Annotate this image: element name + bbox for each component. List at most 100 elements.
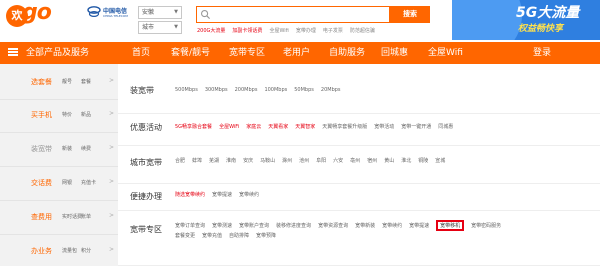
service-link[interactable]: 铜陵 [418,157,428,164]
sidebar-sub-link[interactable]: 实时话费 [62,213,82,220]
nav-home[interactable]: 首页 [132,42,150,64]
sidebar-category-label[interactable]: 办业务 [31,246,52,256]
service-link[interactable]: 宽带密码服务 [471,222,501,229]
service-link[interactable]: 宽带订单查询 [175,222,205,229]
hot-word-link[interactable]: 防范超信骗 [350,28,375,34]
service-link[interactable]: 马鞍山 [260,157,275,164]
service-link[interactable]: 宣城 [435,157,445,164]
sidebar-sub-link[interactable]: 充值卡 [81,179,96,186]
service-link[interactable]: 六安 [333,157,343,164]
sidebar-item[interactable]: 买手机 特价 新品 > [0,97,118,133]
sidebar-item[interactable]: 查费用 实时话费 账单 > [0,199,118,235]
service-link[interactable]: 200Mbps [235,87,258,93]
service-link[interactable]: 300Mbps [205,87,228,93]
sidebar-sub-link[interactable]: 流量包 [62,247,77,254]
service-link[interactable]: 家庭云 [246,123,261,130]
service-link[interactable]: 宽带提速 [409,222,429,229]
service-link[interactable]: 合肥 [175,157,185,164]
hot-word-link[interactable]: 加副卡领话费 [232,28,262,34]
service-link[interactable]: 阜阳 [316,157,326,164]
sidebar-category-label[interactable]: 买手机 [31,110,52,120]
sidebar-sub-link[interactable]: 积分 [81,247,91,254]
nav-broadband[interactable]: 宽带专区 [229,42,265,64]
service-link[interactable]: 天翼看家 [268,123,288,130]
sidebar-category-label[interactable]: 查费用 [31,212,52,222]
search-button[interactable]: 搜索 [390,6,430,23]
service-link[interactable]: 20Mbps [321,87,341,93]
sidebar-item[interactable]: 办业务 流量包 积分 > [0,233,118,266]
hot-word-link[interactable]: 电子发票 [323,28,343,34]
sidebar-category-label[interactable]: 装宽带 [31,144,52,154]
nav-login[interactable]: 登录 [533,42,551,64]
row-promotions: 优惠活动 5G畅享融合套餐 全屋WiFi 家庭云 天翼看家 天翼智家 天翼畅享套餐升级版 宽带… [118,114,600,146]
sidebar-sub-link[interactable]: 网银 [62,179,72,186]
service-link[interactable]: 淮南 [226,157,236,164]
service-link[interactable]: 天翼畅享套餐升级版 [322,123,367,130]
row-install-broadband: 装宽带 500Mbps 300Mbps 200Mbps 100Mbps 50Mbps 20M… [118,64,600,114]
service-link[interactable]: 自助排障 [229,232,249,239]
service-link[interactable]: 宽带新装 [355,222,375,229]
service-link[interactable]: 安庆 [243,157,253,164]
chevron-right-icon: > [109,144,115,151]
hot-word-link[interactable]: 宽带办理 [296,28,316,34]
service-link[interactable]: 套餐变更 [175,232,195,239]
sidebar-sub-link[interactable]: 靓号 [62,78,72,85]
service-link[interactable]: 同城惠 [438,123,453,130]
sidebar-sub-link[interactable]: 新装 [62,145,72,152]
service-link[interactable]: 宽带一键开通 [401,123,431,130]
service-link[interactable]: 滁州 [282,157,292,164]
service-link[interactable]: 蚌埠 [192,157,202,164]
sidebar-sub-link[interactable]: 新品 [81,111,91,118]
sidebar-sub-link[interactable]: 套餐 [81,78,91,85]
service-link[interactable]: 宽带活动 [374,123,394,130]
sidebar-item[interactable]: 交话费 网银 充值卡 > [0,165,118,201]
promo-banner[interactable]: 5G大流量 权益畅快享 [452,0,600,40]
service-link[interactable]: 全屋WiFi [219,123,239,130]
service-link[interactable]: 宽带资源查询 [318,222,348,229]
service-link[interactable]: 芜湖 [209,157,219,164]
broadband-relocation-link[interactable]: 宽带移机 [436,220,465,231]
service-link[interactable]: 池州 [299,157,309,164]
service-link[interactable]: 黄山 [384,157,394,164]
province-select[interactable]: 安徽 ▼ [138,6,182,19]
service-link[interactable]: 100Mbps [264,87,287,93]
sidebar-category-label[interactable]: 交话费 [31,178,52,188]
hot-word-link[interactable]: 全屋Wifi [269,28,288,34]
row-links: 500Mbps 300Mbps 200Mbps 100Mbps 50Mbps 20Mbps [175,87,348,93]
service-link[interactable]: 宽带续约 [382,222,402,229]
service-link[interactable]: 5G畅享融合套餐 [175,123,212,130]
service-link[interactable]: 宿州 [367,157,377,164]
service-link[interactable]: 宽带充值 [202,232,222,239]
sidebar-sub-link[interactable]: 特价 [62,111,72,118]
service-link[interactable]: 50Mbps [294,87,314,93]
service-link[interactable]: 宽带预降 [256,232,276,239]
site-logo[interactable]: 欢 go [4,0,52,40]
sidebar-item[interactable]: 选套餐 靓号 套餐 > [0,64,118,100]
nav-existing-users[interactable]: 老用户 [283,42,310,64]
sidebar-item[interactable]: 装宽带 新装 续费 > [0,131,118,167]
all-products-menu[interactable]: 全部产品及服务 [8,42,89,64]
hot-word-link[interactable]: 200G大流量 [197,28,225,34]
service-link[interactable]: 宽带续约 [239,191,259,198]
row-label: 便捷办理 [130,192,162,201]
service-link[interactable]: 随选宽带续约 [175,191,205,198]
service-link[interactable]: 装移修进度查询 [276,222,311,229]
city-select[interactable]: 城市 ▼ [138,21,182,34]
nav-city-deals[interactable]: 回城惠 [381,42,408,64]
service-link[interactable]: 淮北 [401,157,411,164]
sidebar-category-label[interactable]: 选套餐 [31,77,52,87]
search-input[interactable] [196,6,390,23]
service-link[interactable]: 亳州 [350,157,360,164]
sidebar-sub-link[interactable]: 账单 [81,213,91,220]
service-link[interactable]: 宽带账户查询 [239,222,269,229]
service-link[interactable]: 宽带提速 [212,191,232,198]
nav-self-service[interactable]: 自助服务 [329,42,365,64]
nav-plans[interactable]: 套餐/靓号 [171,42,210,64]
telecom-sub: CHINA TELECOM [103,14,128,18]
sidebar-sub-link[interactable]: 续费 [81,145,91,152]
chevron-right-icon: > [109,178,115,185]
service-link[interactable]: 500Mbps [175,87,198,93]
service-link[interactable]: 天翼智家 [295,123,315,130]
nav-whole-home-wifi[interactable]: 全屋Wifi [428,42,463,64]
service-link[interactable]: 宽带测速 [212,222,232,229]
